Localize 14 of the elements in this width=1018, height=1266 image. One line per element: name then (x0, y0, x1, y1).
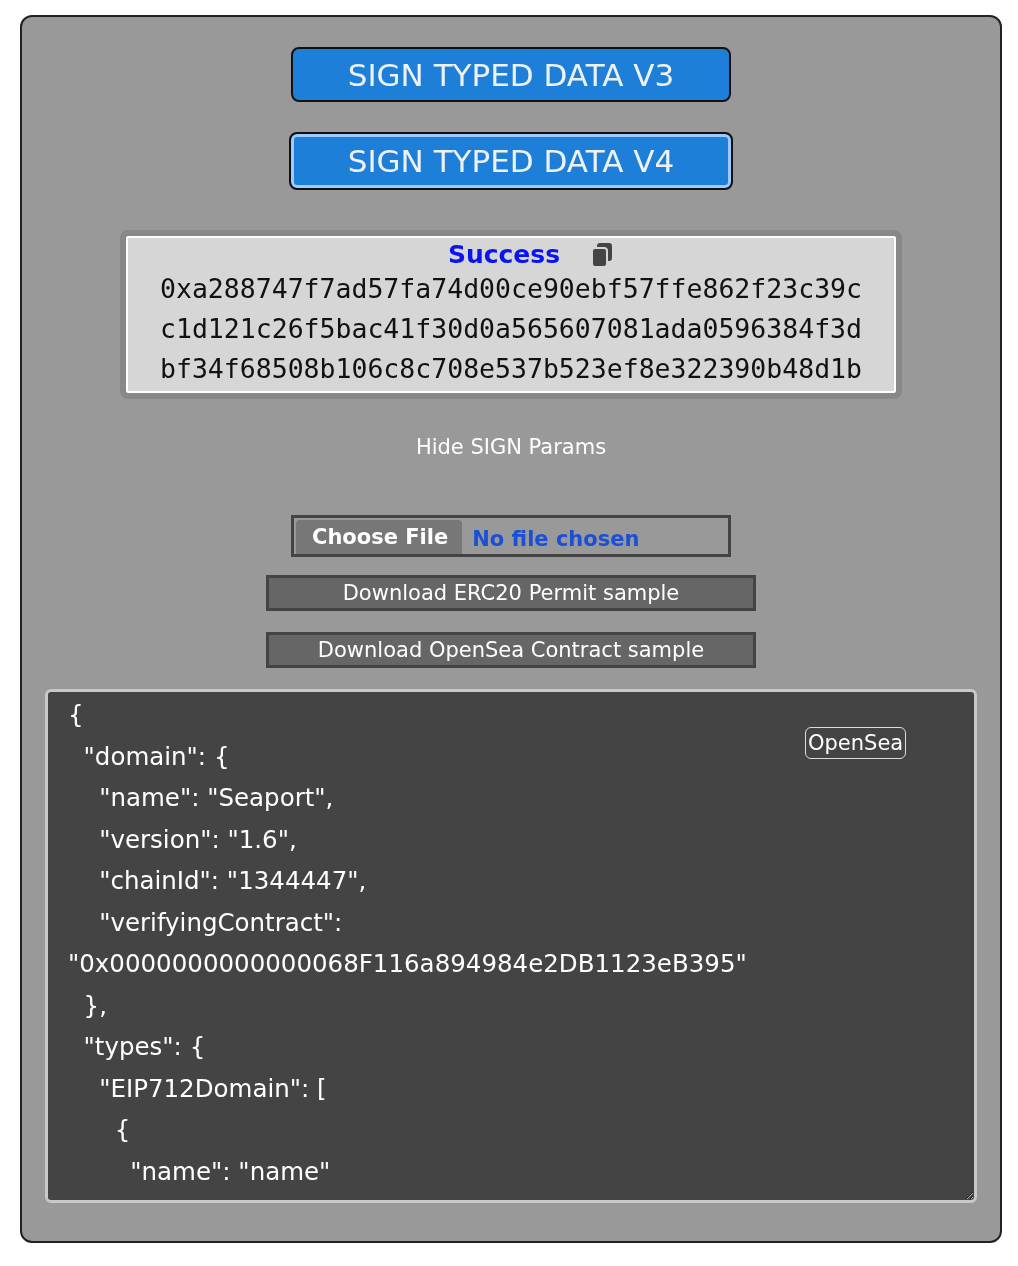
signature-text: 0xa288747f7ad57fa74d00ce90ebf57ffe862f23c39c (160, 272, 862, 306)
download-button[interactable]: Download ERC20 Permit sample (266, 575, 756, 611)
signature-text: c1d121c26f5bac41f30d0a565607081ada0596384f3d (160, 312, 862, 346)
sign-button[interactable]: SIGN TYPED DATA V3 (291, 47, 731, 102)
signature-text: bf34f68508b106c8c708e537b523ef8e322390b48d1b (160, 352, 862, 386)
file-input[interactable]: Choose File No file chosen (291, 515, 731, 557)
file-status-text: No file chosen (472, 526, 640, 553)
sign-button[interactable]: SIGN TYPED DATA V4 (289, 132, 733, 190)
status-text: Success (447, 240, 561, 269)
opensea-tag: OpenSea (805, 727, 907, 759)
copy-icon[interactable] (590, 241, 615, 268)
toggle-link[interactable]: Hide SIGN Params (415, 435, 607, 459)
download-button[interactable]: Download OpenSea Contract sample (266, 632, 756, 668)
choose-file-button[interactable]: Choose File (296, 520, 463, 554)
